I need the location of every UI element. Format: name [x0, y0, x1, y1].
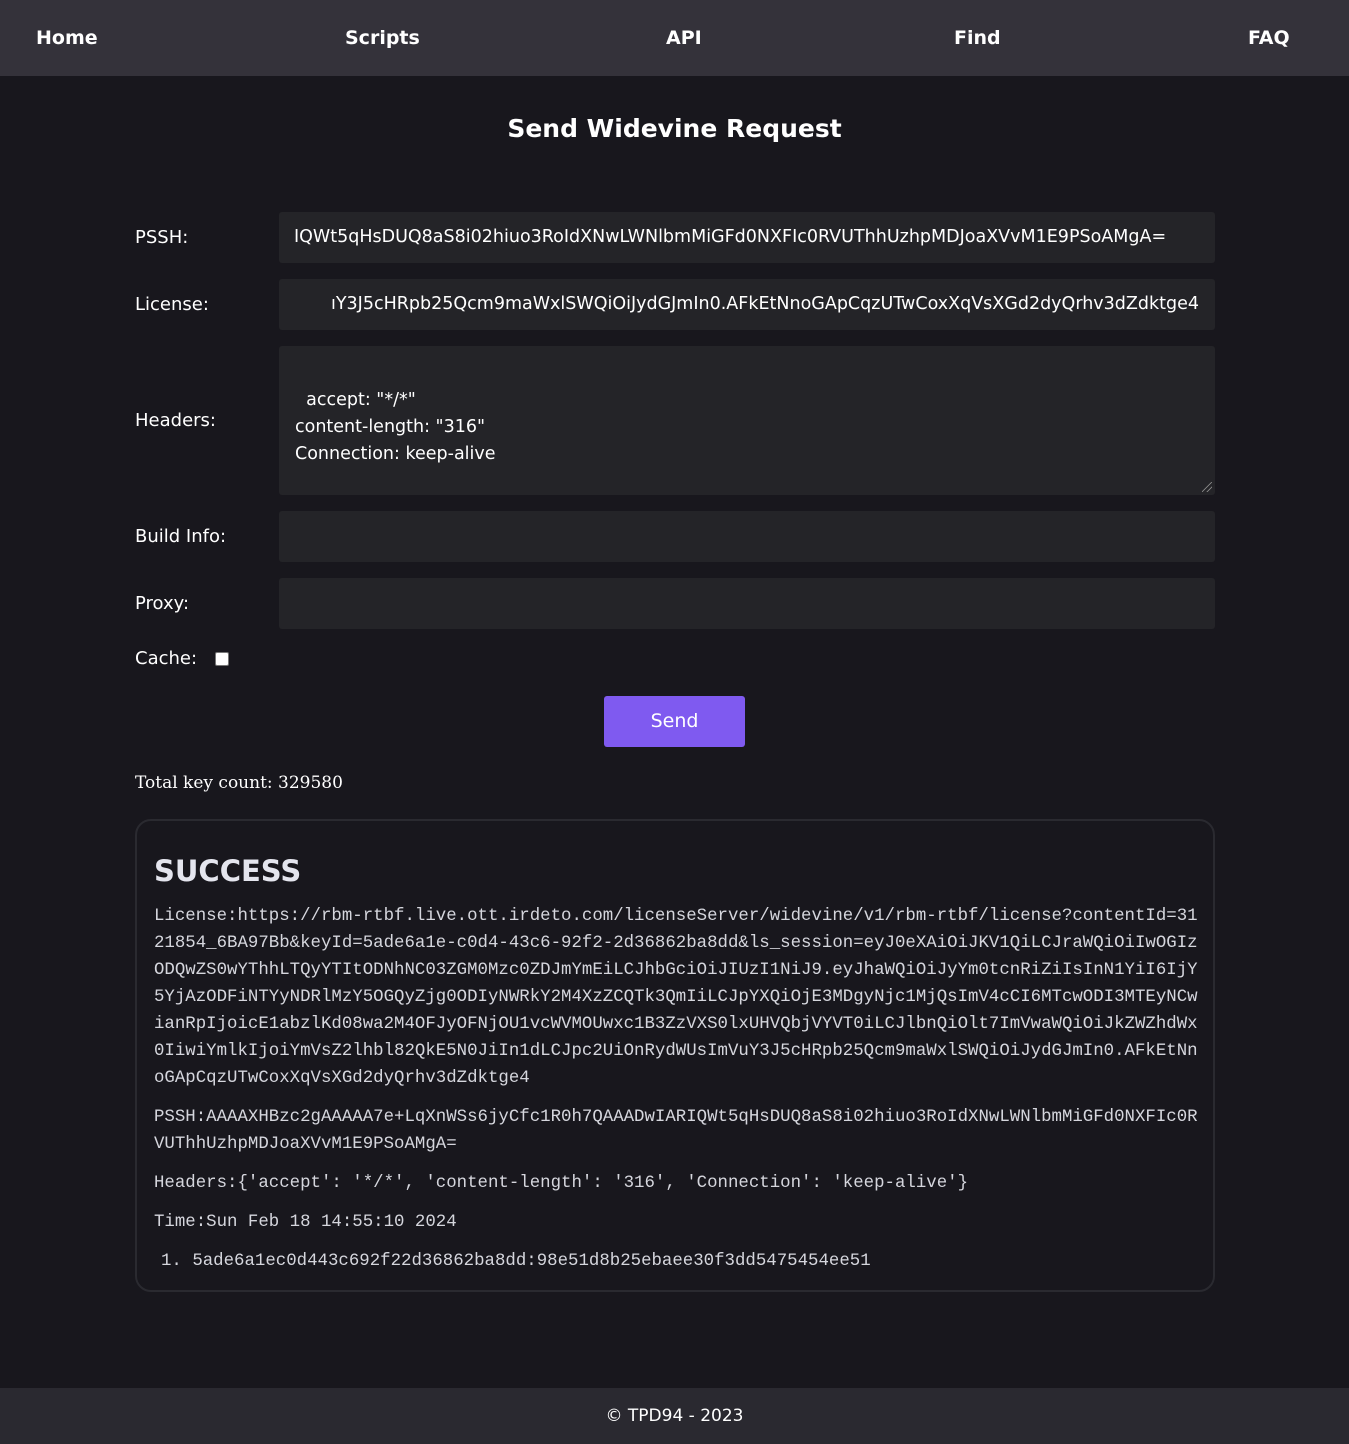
nav-home-link[interactable]: Home: [36, 0, 98, 76]
nav-scripts-link[interactable]: Scripts: [345, 0, 420, 76]
license-input-value: ıY3J5cHRpb25Qcm9maWxlSWQiOiJydGJmIn0.AFk…: [331, 294, 1199, 314]
cache-checkbox[interactable]: [215, 652, 229, 666]
proxy-label: Proxy:: [135, 593, 190, 614]
license-input[interactable]: ıY3J5cHRpb25Qcm9maWxlSWQiOiJydGJmIn0.AFk…: [279, 279, 1215, 330]
result-time: Time:Sun Feb 18 14:55:10 2024: [154, 1213, 457, 1232]
pssh-label: PSSH:: [135, 227, 189, 248]
result-license: License:https://rbm-rtbf.live.ott.irdeto…: [154, 907, 1198, 1088]
key-list-item: 5ade6a1ec0d443c692f22d36862ba8dd:98e51d8…: [192, 1252, 871, 1271]
key-list-index: 1.: [161, 1252, 182, 1271]
key-list: 1. 5ade6a1ec0d443c692f22d36862ba8dd:98e5…: [161, 1248, 1205, 1275]
top-nav: Home Scripts API Find FAQ: [0, 0, 1349, 76]
build-info-input[interactable]: [279, 511, 1215, 562]
resize-handle-icon[interactable]: [1202, 482, 1212, 492]
footer-copyright: © TPD94 - 2023: [0, 1388, 1349, 1444]
build-info-label: Build Info:: [135, 526, 227, 547]
proxy-input[interactable]: [279, 578, 1215, 629]
headers-textarea-value: accept: "*/*" content-length: "316" Conn…: [295, 390, 496, 464]
nav-find-link[interactable]: Find: [954, 0, 1001, 76]
result-status: SUCCESS: [154, 854, 302, 888]
pssh-input-value: IQWt5qHsDUQ8aS8i02hiuo3RoIdXNwLWNlbmMiGF…: [294, 227, 1167, 247]
headers-label: Headers:: [135, 410, 216, 431]
page-title: Send Widevine Request: [507, 114, 842, 143]
headers-textarea[interactable]: accept: "*/*" content-length: "316" Conn…: [279, 346, 1215, 495]
cache-label: Cache:: [135, 648, 198, 669]
license-label: License:: [135, 294, 209, 315]
send-button[interactable]: Send: [604, 696, 745, 747]
nav-api-link[interactable]: API: [666, 0, 702, 76]
result-headers: Headers:{'accept': '*/*', 'content-lengt…: [154, 1174, 969, 1193]
nav-faq-link[interactable]: FAQ: [1248, 0, 1290, 76]
total-key-count: Total key count: 329580: [135, 773, 343, 793]
pssh-input[interactable]: IQWt5qHsDUQ8aS8i02hiuo3RoIdXNwLWNlbmMiGF…: [279, 212, 1215, 263]
result-pssh: PSSH:AAAAXHBzc2gAAAAA7e+LqXnWSs6jyCfc1R0…: [154, 1108, 1198, 1154]
result-panel: SUCCESS License:https://rbm-rtbf.live.ot…: [135, 819, 1215, 1292]
